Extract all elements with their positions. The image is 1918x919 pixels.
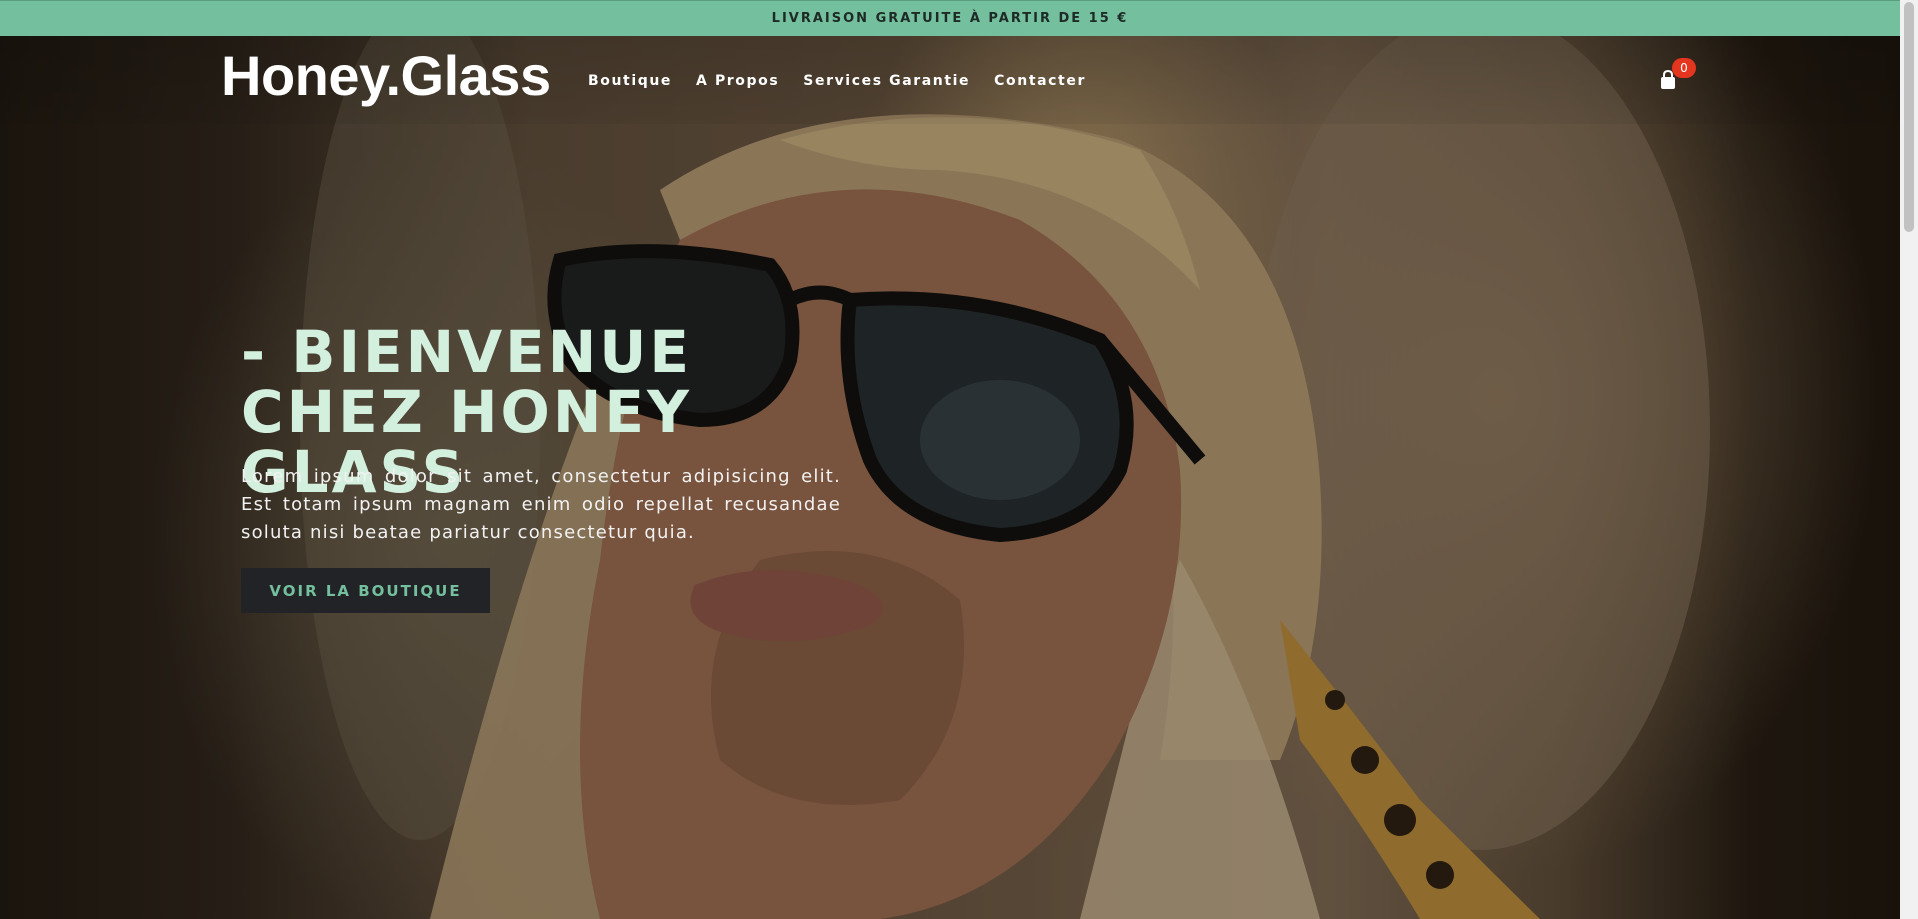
announcement-bar: LIVRAISON GRATUITE À PARTIR DE 15 €: [0, 0, 1900, 36]
announcement-text: LIVRAISON GRATUITE À PARTIR DE 15 €: [771, 11, 1129, 26]
hero-description: Lorem ipsum dolor sit amet, consectetur …: [241, 466, 841, 543]
nav-a-propos[interactable]: A Propos: [696, 70, 779, 92]
nav-services-garantie[interactable]: Services Garantie: [803, 70, 970, 92]
cart-count-badge: 0: [1672, 58, 1696, 78]
brand-logo[interactable]: Honey.Glass: [221, 44, 551, 108]
nav-boutique[interactable]: Boutique: [588, 70, 672, 92]
scrollbar-thumb[interactable]: [1904, 2, 1914, 232]
main-nav: Boutique A Propos Services Garantie Cont…: [588, 70, 1086, 92]
shop-button[interactable]: VOIR LA BOUTIQUE: [241, 568, 490, 613]
nav-contacter[interactable]: Contacter: [994, 70, 1086, 92]
